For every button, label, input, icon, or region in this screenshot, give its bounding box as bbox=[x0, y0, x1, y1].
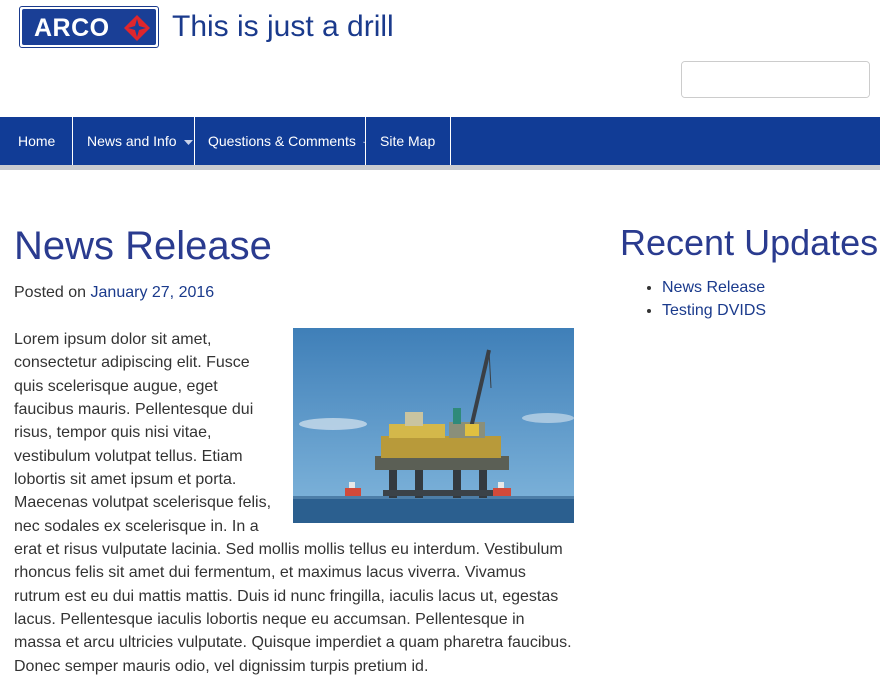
posted-on-label: Posted on bbox=[14, 284, 87, 301]
list-item: Testing DVIDS bbox=[662, 299, 766, 322]
search-input[interactable] bbox=[682, 62, 869, 97]
nav-item-label: Questions & Comments bbox=[208, 133, 356, 149]
post-date-link[interactable]: January 27, 2016 bbox=[91, 284, 215, 301]
nav-item-label: News and Info bbox=[87, 133, 177, 149]
caret-down-icon bbox=[362, 141, 365, 144]
post-body: Lorem ipsum dolor sit amet, consectetur … bbox=[14, 328, 574, 678]
recent-update-link[interactable]: News Release bbox=[662, 279, 765, 296]
post-title[interactable]: News Release bbox=[14, 224, 272, 269]
logo-text: ARCO bbox=[34, 14, 110, 42]
nav-item-label: Home bbox=[18, 133, 56, 149]
nav-item-questions-comments[interactable]: Questions & Comments bbox=[195, 117, 366, 165]
post-meta: Posted on January 27, 2016 bbox=[14, 284, 214, 302]
site-title[interactable]: This is just a drill bbox=[172, 10, 394, 44]
search-form bbox=[681, 61, 870, 98]
recent-update-link[interactable]: Testing DVIDS bbox=[662, 302, 766, 319]
oil-platform-image bbox=[293, 328, 574, 523]
caret-down-icon bbox=[183, 140, 193, 145]
sidebar-title: Recent Updates bbox=[620, 222, 879, 263]
main-navigation: Home News and Info Questions & Comments … bbox=[0, 117, 880, 170]
nav-item-news-and-info[interactable]: News and Info bbox=[73, 117, 195, 165]
nav-item-site-map[interactable]: Site Map bbox=[366, 117, 451, 165]
site-logo[interactable]: ARCO bbox=[19, 6, 159, 48]
list-item: News Release bbox=[662, 276, 766, 299]
arco-diamond-icon bbox=[124, 15, 150, 41]
nav-item-home[interactable]: Home bbox=[0, 117, 73, 165]
nav-item-label: Site Map bbox=[380, 133, 436, 149]
recent-updates-list: News Release Testing DVIDS bbox=[644, 276, 766, 322]
logo-badge: ARCO bbox=[22, 9, 156, 45]
